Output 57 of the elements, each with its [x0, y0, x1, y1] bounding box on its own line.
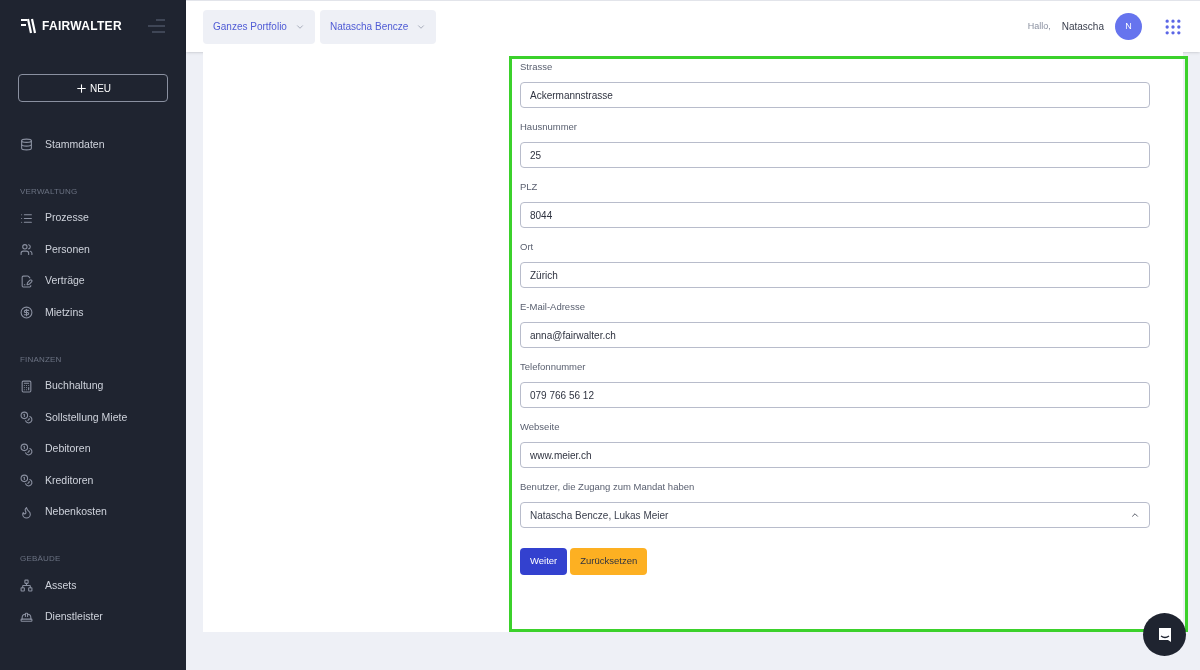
document-icon: [20, 274, 33, 288]
worker-icon: [20, 610, 33, 624]
input-field[interactable]: 8044: [520, 202, 1150, 228]
input-field[interactable]: anna@fairwalter.ch: [520, 322, 1150, 348]
sidebar-item[interactable]: Verträge: [0, 265, 186, 297]
field-label: Benutzer, die Zugang zum Mandat haben: [520, 480, 696, 494]
user-name: Natascha: [1061, 20, 1104, 34]
field-label: Strasse: [520, 60, 554, 74]
sidebar-item[interactable]: Buchhaltung: [0, 370, 186, 402]
sidebar-item[interactable]: Debitoren: [0, 433, 186, 465]
database-icon: [20, 138, 33, 152]
input-field[interactable]: Ackermannstrasse: [520, 82, 1150, 108]
next-button[interactable]: Weiter: [520, 548, 568, 575]
logo-text: FAIRWALTER: [42, 18, 122, 35]
field-label: Hausnummer: [520, 120, 579, 134]
input-field[interactable]: 079 766 56 12: [520, 382, 1150, 408]
select-field[interactable]: Natascha Bencze, Lukas Meier: [520, 502, 1150, 528]
filter-dropdown[interactable]: Ganzes Portfolio: [203, 9, 315, 44]
reset-button[interactable]: Zurücksetzen: [570, 548, 648, 575]
coins-icon: [20, 442, 33, 456]
input-field[interactable]: www.meier.ch: [520, 442, 1150, 468]
sidebar-item[interactable]: Dienstleister: [0, 601, 186, 633]
sidebar-item[interactable]: Nebenkosten: [0, 496, 186, 528]
field-label: Telefonnummer: [520, 360, 587, 374]
sidebar-item[interactable]: Mietzins: [0, 297, 186, 329]
hierarchy-icon: [20, 579, 33, 593]
filter-dropdown[interactable]: Natascha Bencze: [319, 9, 437, 44]
section-heading: GEBÄUDE: [19, 553, 62, 565]
section-heading: FINANZEN: [19, 353, 63, 366]
new-button[interactable]: NEU: [18, 74, 168, 102]
flame-icon: [20, 505, 33, 519]
plus-icon: [74, 81, 88, 95]
coins-icon: [20, 411, 33, 425]
input-field[interactable]: Zürich: [520, 262, 1150, 288]
sidebar-item[interactable]: Prozesse: [0, 202, 186, 234]
greeting-text: Hallo,: [1027, 19, 1051, 33]
input-field[interactable]: 25: [520, 142, 1150, 168]
list-icon: [20, 211, 33, 225]
coin-icon: [20, 306, 33, 320]
chat-button[interactable]: [1143, 613, 1186, 656]
sidebar-item[interactable]: Stammdaten: [0, 129, 186, 161]
sidebar-item[interactable]: Personen: [0, 234, 186, 266]
sidebar-item[interactable]: Kreditoren: [0, 465, 186, 497]
field-label: Ort: [520, 240, 535, 254]
calculator-icon: [20, 379, 33, 393]
coins-icon: [20, 474, 33, 488]
section-heading: VERWALTUNG: [19, 185, 79, 198]
chevron-up-icon: [1130, 510, 1140, 520]
field-label: E-Mail-Adresse: [520, 300, 586, 314]
sidebar-item[interactable]: Assets: [0, 570, 186, 602]
logo-icon: [20, 18, 38, 34]
field-label: Webseite: [520, 420, 561, 434]
user-avatar[interactable]: N: [1115, 13, 1142, 40]
field-label: PLZ: [520, 180, 539, 194]
chat-icon: [1156, 626, 1173, 643]
sidebar-item[interactable]: Sollstellung Miete: [0, 402, 186, 434]
users-icon: [20, 243, 33, 257]
